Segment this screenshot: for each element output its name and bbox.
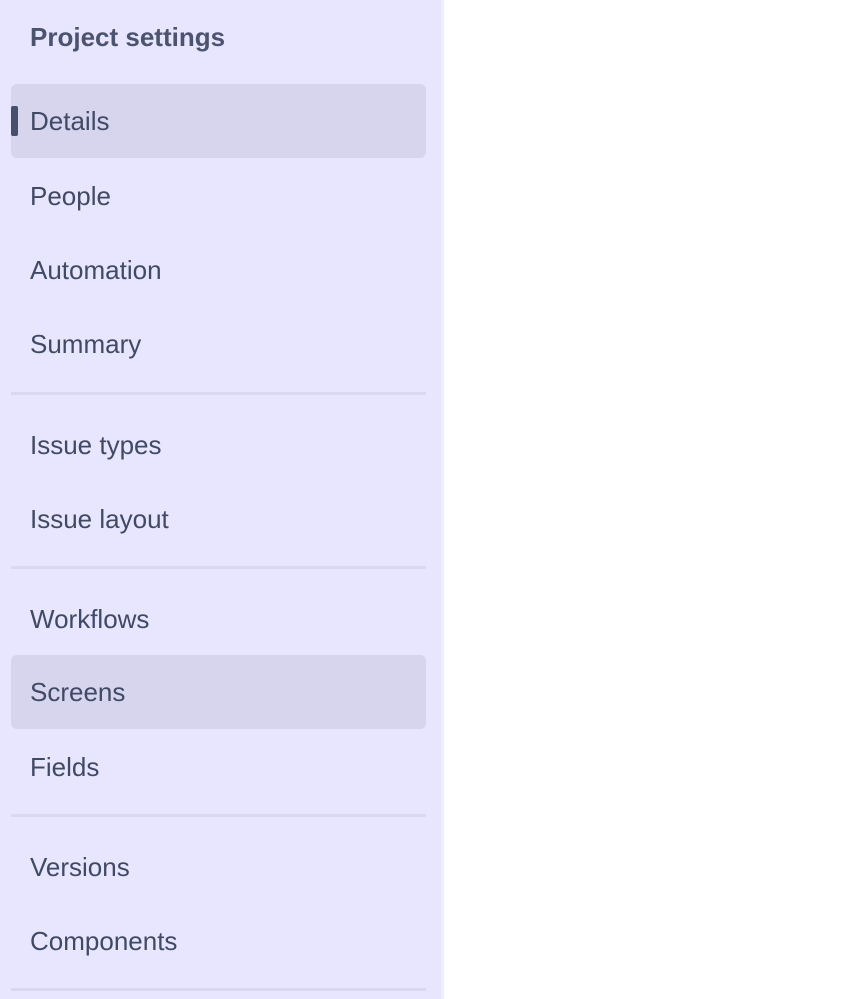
sidebar-item-label: Screens [30, 677, 126, 707]
sidebar-item-screens[interactable]: Screens [11, 655, 426, 729]
sidebar-item-automation[interactable]: Automation [11, 233, 426, 307]
sidebar-divider [11, 988, 426, 991]
project-settings-sidebar: Project settings Details People Automati… [0, 0, 444, 999]
sidebar-item-label: Summary [30, 329, 142, 359]
main-content-area [444, 0, 858, 999]
sidebar-item-summary[interactable]: Summary [11, 307, 426, 381]
sidebar-item-details[interactable]: Details [11, 84, 426, 158]
sidebar-title: Project settings [30, 22, 226, 52]
project-settings-page: Project settings Details People Automati… [0, 0, 858, 999]
sidebar-item-fields[interactable]: Fields [11, 730, 426, 804]
sidebar-item-label: Versions [30, 852, 130, 882]
sidebar-item-people[interactable]: People [11, 159, 426, 233]
sidebar-item-components[interactable]: Components [11, 904, 426, 978]
sidebar-item-label: Workflows [30, 604, 150, 634]
sidebar-item-label: People [30, 181, 111, 211]
sidebar-item-issue-layout[interactable]: Issue layout [11, 482, 426, 556]
sidebar-item-versions[interactable]: Versions [11, 830, 426, 904]
sidebar-item-workflows[interactable]: Workflows [11, 582, 426, 656]
sidebar-item-issue-types[interactable]: Issue types [11, 408, 426, 482]
sidebar-item-label: Automation [30, 255, 162, 285]
sidebar-item-label: Components [30, 926, 178, 956]
sidebar-divider [11, 814, 426, 817]
sidebar-divider [11, 566, 426, 569]
sidebar-item-label: Issue layout [30, 504, 169, 534]
sidebar-item-label: Issue types [30, 430, 162, 460]
sidebar-item-label: Fields [30, 752, 100, 782]
sidebar-divider [11, 392, 426, 395]
active-indicator [11, 106, 18, 136]
sidebar-item-label: Details [30, 106, 110, 136]
